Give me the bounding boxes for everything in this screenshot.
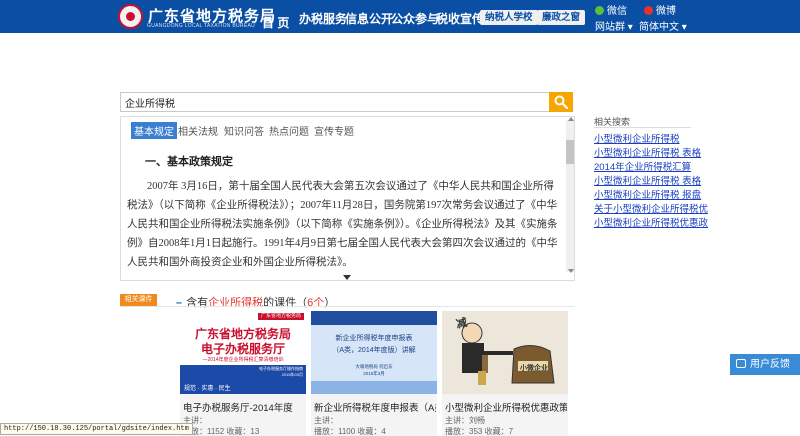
search-box [120, 92, 572, 112]
site-group-dropdown[interactable]: 网站群 ▾ [595, 18, 633, 33]
course-card[interactable]: 新企业所得税年度申报表 （A类，2014年度版）讲解 大埔地税局 何启东 201… [311, 311, 437, 436]
course-card[interactable]: 减 小微企业 小型微利企业所得税优惠政策讲 主讲：刘畅 播放：353 收藏：7 [442, 311, 568, 436]
taxpayer-school-button[interactable]: 纳税人学校 [480, 10, 538, 25]
top-bar: 广东省地方税务局 GUANGDONG LOCAL TAXATION BUREAU… [0, 0, 800, 36]
course-stats: 播放：1100 收藏：4 [314, 427, 386, 436]
course-thumbnail[interactable]: 减 小微企业 [442, 311, 568, 394]
nav-info-disclosure[interactable]: 信息公开 [345, 10, 393, 27]
integrity-window-button[interactable]: 廉政之窗 [537, 10, 586, 25]
related-courses-tag: 相关课件 [120, 294, 157, 306]
related-link[interactable]: 小型微利企业所得税 [594, 131, 680, 145]
tab-publicity-topics[interactable]: 宣传专题 [314, 123, 354, 138]
related-link[interactable]: 小型微利企业所得税 报盘 [594, 187, 701, 201]
scroll-up-icon[interactable] [568, 117, 574, 121]
expand-arrow-icon[interactable] [343, 275, 351, 280]
related-link[interactable]: 小型微利企业所得税 表格 [594, 145, 701, 159]
course-stats: 播放：1152 收藏：13 [183, 427, 260, 436]
tab-hot-issues[interactable]: 热点问题 [269, 123, 309, 138]
related-link[interactable]: 小型微利企业所得税 表格 [594, 173, 701, 187]
course-thumbnail[interactable]: 广东省地方税务局 广东省地方税务局 电子办税服务厅 —2014年度企业所得税汇算… [180, 311, 306, 394]
section-title: 一、基本政策规定 [145, 156, 233, 168]
divider [594, 127, 691, 128]
course-lecturer: 主讲： [314, 416, 338, 425]
course-title[interactable]: 新企业所得税年度申报表（A类 [314, 400, 436, 414]
chevron-down-icon: ▾ [627, 22, 633, 33]
related-link[interactable]: 关于小型微利企业所得税优 [594, 201, 708, 215]
tax-emblem-logo[interactable] [118, 4, 143, 29]
chevron-down-icon: ▾ [681, 22, 687, 33]
weibo-link[interactable]: 微博 [644, 2, 676, 17]
wechat-icon [595, 6, 604, 15]
related-link[interactable]: 小型微利企业所得税优惠政 [594, 215, 708, 229]
scroll-thumb[interactable] [566, 140, 574, 164]
search-button[interactable] [549, 92, 573, 112]
search-input[interactable] [125, 95, 535, 110]
course-title[interactable]: 小型微利企业所得税优惠政策讲 [445, 400, 567, 414]
related-link[interactable]: 2014年企业所得税汇算 [594, 159, 691, 173]
course-thumbnail[interactable]: 新企业所得税年度申报表 （A类，2014年度版）讲解 大埔地税局 何启东 201… [311, 311, 437, 394]
nav-public-participation[interactable]: 公众参与 [391, 10, 439, 27]
nav-tax-publicity[interactable]: 税收宣传 [436, 10, 484, 27]
result-panel: 基本规定 相关法规 知识问答 热点问题 宣传专题 一、基本政策规定 2007年 … [120, 116, 575, 281]
nav-home[interactable]: 首 页 [258, 12, 294, 36]
course-stats: 播放：353 收藏：7 [445, 427, 514, 436]
language-dropdown[interactable]: 简体中文 ▾ [639, 18, 687, 33]
wechat-link[interactable]: 微信 [595, 2, 627, 17]
chat-icon [736, 359, 746, 368]
course-count-line: – 含有企业所得税的课件（6个） [176, 297, 336, 309]
scroll-down-icon[interactable] [568, 269, 574, 273]
course-card[interactable]: 广东省地方税务局 广东省地方税务局 电子办税服务厅 —2014年度企业所得税汇算… [180, 311, 306, 436]
tab-basic-rules[interactable]: 基本规定 [131, 122, 177, 139]
weibo-icon [644, 6, 653, 15]
policy-paragraph: 2007年 3月16日，第十届全国人民代表大会第五次会议通过了《中华人民共和国企… [127, 181, 558, 268]
status-bar-url: http://150.18.30.125/portal/gdsite/index… [0, 423, 193, 435]
search-icon [554, 95, 568, 109]
course-lecturer: 主讲：刘畅 [445, 416, 485, 425]
nav-tax-services[interactable]: 办税服务 [299, 10, 347, 27]
user-feedback-button[interactable]: 用户反馈 [730, 354, 800, 375]
course-title[interactable]: 电子办税服务厅-2014年度 [183, 400, 305, 414]
dash-marker: – [176, 297, 183, 309]
divider [120, 306, 575, 307]
panel-scrollbar[interactable] [566, 120, 574, 272]
tab-related-regulations[interactable]: 相关法规 [178, 123, 218, 138]
tab-qa[interactable]: 知识问答 [224, 123, 264, 138]
site-subtitle: GUANGDONG LOCAL TAXATION BUREAU [147, 23, 256, 29]
